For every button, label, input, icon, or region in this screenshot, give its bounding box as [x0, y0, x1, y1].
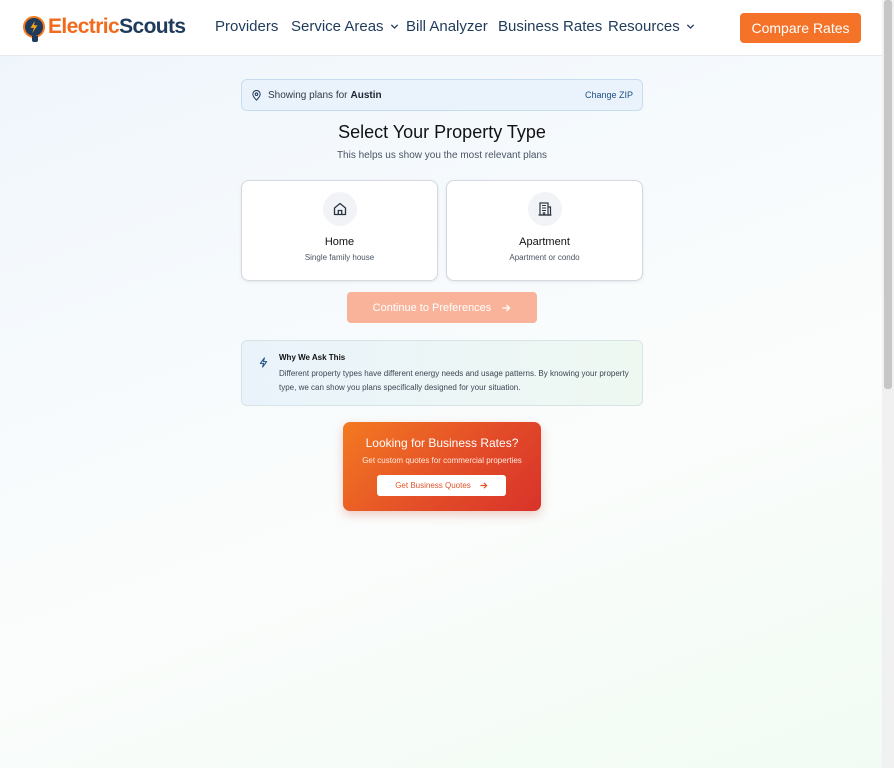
nav-service-areas[interactable]: Service Areas: [291, 18, 399, 35]
compare-rates-button[interactable]: Compare Rates: [740, 13, 861, 43]
get-business-quotes-button[interactable]: Get Business Quotes: [377, 475, 506, 496]
arrow-right-icon: [502, 304, 511, 311]
property-card-apartment[interactable]: Apartment Apartment or condo: [446, 180, 643, 281]
lightning-icon: [259, 357, 268, 368]
nav-label: Business Rates: [498, 18, 603, 35]
page-subtitle: This helps us show you the most relevant…: [336, 150, 548, 161]
business-promo-subtitle: Get custom quotes for commercial propert…: [362, 456, 522, 465]
zip-city: Austin: [350, 89, 382, 101]
property-card-description: Apartment or condo: [509, 253, 580, 262]
continue-label: Continue to Preferences: [372, 301, 492, 314]
nav-bill-analyzer[interactable]: Bill Analyzer: [406, 18, 488, 35]
change-zip-link[interactable]: Change ZIP: [585, 90, 633, 100]
zip-location-bar: Showing plans for Austin Change ZIP: [241, 79, 643, 111]
electricscouts-logo[interactable]: ElectricScouts: [23, 14, 186, 42]
nav-label: Providers: [215, 18, 279, 35]
property-card-title: Home: [324, 236, 355, 248]
arrow-right-icon: [480, 482, 488, 489]
property-card-description: Single family house: [304, 253, 375, 262]
logo-text-scouts: Scouts: [119, 15, 186, 38]
scrollbar-thumb[interactable]: [884, 0, 892, 389]
property-card-home[interactable]: Home Single family house: [241, 180, 438, 281]
property-card-title: Apartment: [519, 236, 570, 248]
logo-text-electric: Electric: [48, 15, 120, 38]
nav-providers[interactable]: Providers: [215, 18, 278, 35]
why-body: Different property types have different …: [279, 369, 629, 392]
continue-to-preferences-button[interactable]: Continue to Preferences: [347, 292, 537, 323]
business-promo-title: Looking for Business Rates?: [365, 436, 519, 450]
nav-label: Service Areas: [291, 18, 384, 35]
nav-label: Bill Analyzer: [406, 18, 488, 35]
site-header: ElectricScouts Providers Service Areas B…: [0, 0, 882, 56]
nav-business-rates[interactable]: Business Rates: [498, 18, 602, 35]
why-we-ask-panel: Why We Ask This Different property types…: [241, 340, 643, 406]
business-button-label: Get Business Quotes: [395, 481, 471, 490]
business-rates-promo: Looking for Business Rates? Get custom q…: [343, 422, 541, 511]
lightning-bulb-icon: [23, 16, 45, 42]
house-icon: [333, 202, 346, 216]
chevron-down-icon: [390, 24, 398, 29]
nav-resources[interactable]: Resources: [608, 18, 695, 35]
why-title: Why We Ask This: [279, 353, 346, 362]
building-icon: [538, 202, 551, 216]
chevron-down-icon: [686, 24, 694, 29]
nav-label: Resources: [608, 18, 680, 35]
zip-prefix: Showing plans for: [268, 89, 348, 101]
page-title: Select Your Property Type: [338, 122, 546, 142]
map-pin-icon: [252, 89, 261, 101]
